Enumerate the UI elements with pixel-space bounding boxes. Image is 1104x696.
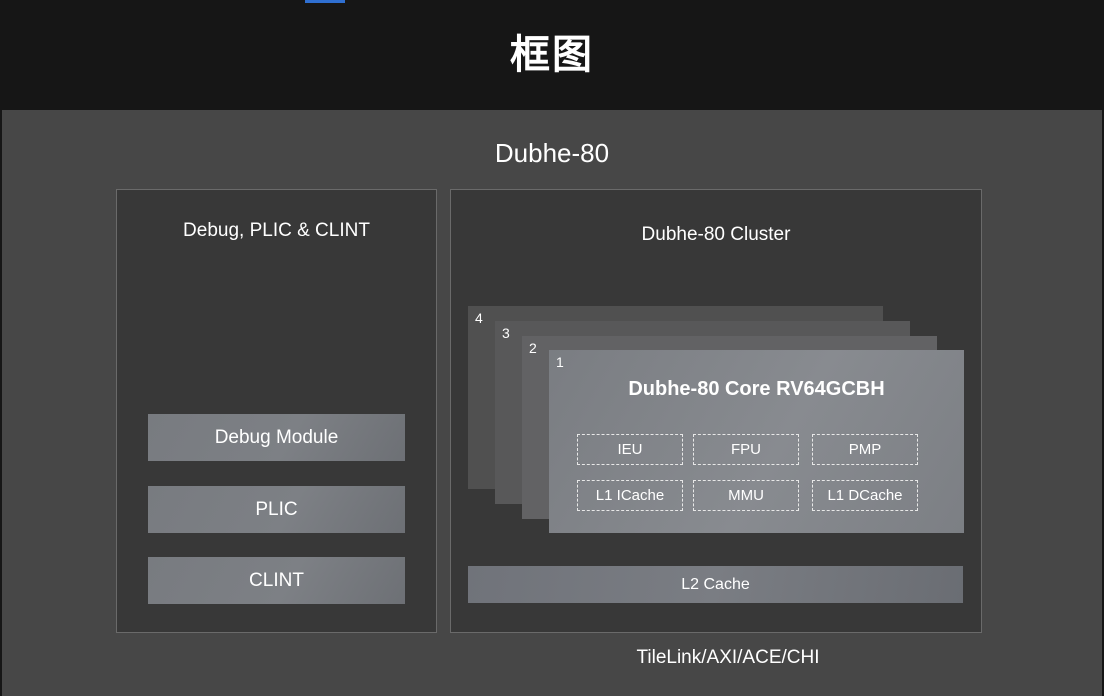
l1-dcache-unit: L1 DCache bbox=[812, 480, 918, 511]
layer-number: 2 bbox=[529, 340, 537, 356]
clint-block: CLINT bbox=[148, 557, 405, 604]
mmu-unit: MMU bbox=[693, 480, 799, 511]
pmp-unit: PMP bbox=[812, 434, 918, 465]
l2-cache-block: L2 Cache bbox=[468, 566, 963, 603]
page-title: 框图 bbox=[510, 32, 594, 78]
core-layer-1: 1 Dubhe-80 Core RV64GCBH IEU FPU PMP L1 … bbox=[549, 350, 964, 533]
ieu-unit: IEU bbox=[577, 434, 683, 465]
diagram-title: Dubhe-80 bbox=[494, 138, 610, 168]
block-diagram: Dubhe-80 Debug, PLIC & CLINT Debug Modul… bbox=[2, 110, 1102, 696]
header-bar: 框图 bbox=[0, 0, 1104, 110]
left-panel-title: Debug, PLIC & CLINT bbox=[183, 220, 370, 241]
cluster-panel: Dubhe-80 Cluster 4 3 2 1 Dubhe-80 Core R… bbox=[450, 189, 982, 633]
debug-module-block: Debug Module bbox=[148, 414, 405, 461]
plic-block: PLIC bbox=[148, 486, 405, 533]
l1-icache-unit: L1 ICache bbox=[577, 480, 683, 511]
cluster-title: Dubhe-80 Cluster bbox=[641, 224, 791, 245]
fpu-unit: FPU bbox=[693, 434, 799, 465]
layer-number: 3 bbox=[502, 325, 510, 341]
layer-number: 1 bbox=[556, 354, 564, 370]
debug-plic-clint-panel: Debug, PLIC & CLINT Debug Module PLIC CL… bbox=[116, 189, 437, 633]
core-title: Dubhe-80 Core RV64GCBH bbox=[628, 378, 885, 400]
layer-number: 4 bbox=[475, 310, 483, 326]
bus-label: TileLink/AXI/ACE/CHI bbox=[636, 647, 820, 668]
tab-indicator bbox=[305, 0, 345, 3]
